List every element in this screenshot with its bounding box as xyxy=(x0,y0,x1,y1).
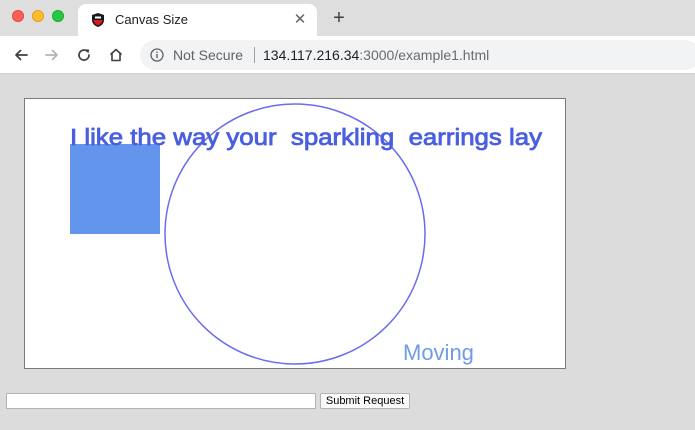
arrow-left-icon xyxy=(15,49,28,61)
info-icon[interactable] xyxy=(150,48,164,62)
address-bar[interactable]: Not Secure 134.117.216.34:3000/example1.… xyxy=(140,40,695,70)
url-text: 134.117.216.34:3000/example1.html xyxy=(263,47,489,63)
drawing-canvas[interactable]: I like the way your sparkling earrings l… xyxy=(24,98,566,369)
url-host: 134.117.216.34 xyxy=(263,47,360,63)
reload-icon xyxy=(78,49,90,61)
tab-close-icon[interactable]: ✕ xyxy=(291,11,309,29)
address-divider xyxy=(254,47,255,63)
submit-request-button[interactable]: Submit Request xyxy=(320,393,410,409)
window-zoom-button[interactable] xyxy=(52,10,64,22)
arrow-right-icon xyxy=(45,49,58,61)
home-button[interactable] xyxy=(105,44,127,66)
security-status-label: Not Secure xyxy=(173,47,244,63)
canvas-caption-text[interactable]: I like the way your sparkling earrings l… xyxy=(70,124,543,151)
home-icon xyxy=(109,48,123,62)
reload-button[interactable] xyxy=(73,44,95,66)
new-tab-button[interactable]: + xyxy=(329,8,349,28)
browser-tab-active[interactable]: Canvas Size ✕ xyxy=(78,4,317,36)
request-input[interactable] xyxy=(6,393,316,409)
tab-strip: Canvas Size ✕ + xyxy=(0,0,695,36)
window-close-button[interactable] xyxy=(12,10,24,22)
url-path: :3000/example1.html xyxy=(359,47,490,63)
browser-toolbar: Not Secure 134.117.216.34:3000/example1.… xyxy=(0,36,695,74)
moving-text[interactable]: Moving xyxy=(403,340,474,365)
tab-title: Canvas Size xyxy=(115,12,188,27)
forward-button[interactable] xyxy=(41,44,63,66)
blue-square-shape[interactable] xyxy=(70,144,160,234)
back-button[interactable] xyxy=(10,44,32,66)
window-minimize-button[interactable] xyxy=(32,10,44,22)
canvas-drawing: I like the way your sparkling earrings l… xyxy=(70,103,543,365)
shield-favicon-icon xyxy=(92,13,104,27)
